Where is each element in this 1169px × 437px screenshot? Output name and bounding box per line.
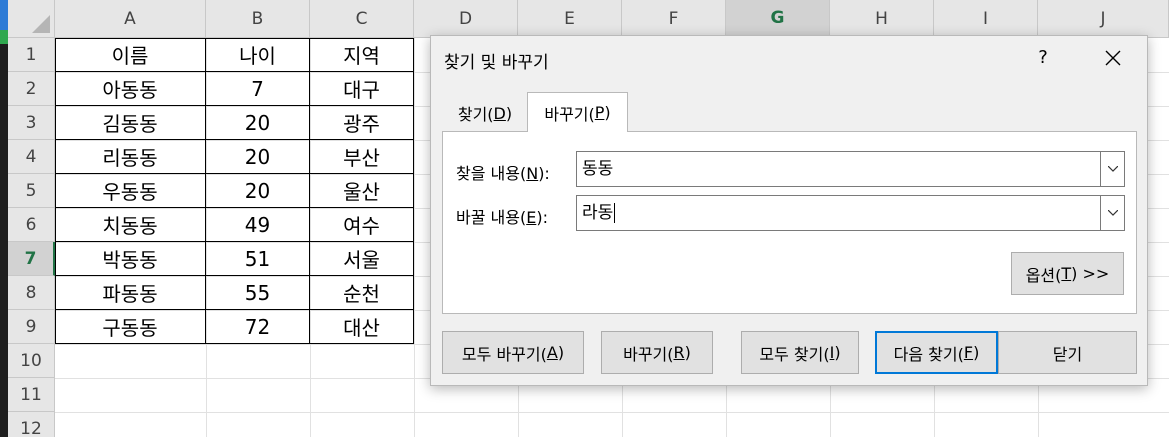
row-header-2[interactable]: 2 xyxy=(8,72,55,106)
find-all-button[interactable]: 모두 찾기(I) xyxy=(741,331,859,374)
cell-a1[interactable]: 이름 xyxy=(55,38,206,72)
dialog-title: 찾기 및 바꾸기 xyxy=(444,53,549,73)
cell-b9[interactable]: 72 xyxy=(206,310,310,344)
column-header-b[interactable]: B xyxy=(206,0,310,38)
column-header-f[interactable]: F xyxy=(622,0,726,38)
replace-with-input[interactable]: 라동 xyxy=(576,195,1125,231)
cell-c5[interactable]: 울산 xyxy=(310,174,414,208)
find-what-input[interactable]: 동동 xyxy=(576,151,1125,187)
cell-c8[interactable]: 순천 xyxy=(310,276,414,310)
row-header-10[interactable]: 10 xyxy=(8,344,55,378)
cell-a4[interactable]: 리동동 xyxy=(55,140,206,174)
row-header-9[interactable]: 9 xyxy=(8,310,55,344)
help-button[interactable]: ? xyxy=(1031,44,1055,72)
column-header-h[interactable]: H xyxy=(830,0,934,38)
cell-b4[interactable]: 20 xyxy=(206,140,310,174)
cell-b8[interactable]: 55 xyxy=(206,276,310,310)
close-icon[interactable] xyxy=(1097,44,1129,72)
cell-c6[interactable]: 여수 xyxy=(310,208,414,242)
replace-all-button[interactable]: 모두 바꾸기(A) xyxy=(442,331,584,374)
cell-c7[interactable]: 서울 xyxy=(310,242,414,276)
tab-find[interactable]: 찾기(D) xyxy=(451,94,519,132)
options-button[interactable]: 옵션(T) >> xyxy=(1011,252,1124,295)
close-button[interactable]: 닫기 xyxy=(998,331,1137,374)
replace-button[interactable]: 바꾸기(R) xyxy=(601,331,713,374)
column-header-e[interactable]: E xyxy=(518,0,622,38)
row-header-6[interactable]: 6 xyxy=(8,208,55,242)
column-header-i[interactable]: I xyxy=(934,0,1038,38)
row-header-12[interactable]: 12 xyxy=(8,412,55,437)
column-header-c[interactable]: C xyxy=(310,0,414,38)
cell-a5[interactable]: 우동동 xyxy=(55,174,206,208)
find-next-button[interactable]: 다음 찾기(F) xyxy=(875,331,998,374)
cell-b7[interactable]: 51 xyxy=(206,242,310,276)
find-what-dropdown-button[interactable] xyxy=(1100,152,1124,186)
cell-b3[interactable]: 20 xyxy=(206,106,310,140)
chevron-down-icon xyxy=(1108,166,1118,172)
select-all-button[interactable] xyxy=(8,0,55,38)
cell-c4[interactable]: 부산 xyxy=(310,140,414,174)
row-header-1[interactable]: 1 xyxy=(8,38,55,72)
cell-b1[interactable]: 나이 xyxy=(206,38,310,72)
cell-a7[interactable]: 박동동 xyxy=(55,242,206,276)
cell-a3[interactable]: 김동동 xyxy=(55,106,206,140)
chevron-down-icon xyxy=(1108,210,1118,216)
column-header-j[interactable]: J xyxy=(1038,0,1169,38)
cell-b2[interactable]: 7 xyxy=(206,72,310,106)
column-header-g[interactable]: G xyxy=(726,0,830,38)
replace-with-label: 바꿀 내용(E): xyxy=(456,208,548,227)
text-cursor xyxy=(614,203,616,223)
find-replace-dialog: 찾기 및 바꾸기 ? 찾기(D) 바꾸기(P) 찾을 내용(N): 동동 바꿀 … xyxy=(430,35,1148,386)
row-header-8[interactable]: 8 xyxy=(8,276,55,310)
tab-replace[interactable]: 바꾸기(P) xyxy=(527,92,628,132)
window-edge xyxy=(0,0,8,437)
column-header-d[interactable]: D xyxy=(414,0,518,38)
cell-c1[interactable]: 지역 xyxy=(310,38,414,72)
cell-b6[interactable]: 49 xyxy=(206,208,310,242)
row-header-4[interactable]: 4 xyxy=(8,140,55,174)
row-header-3[interactable]: 3 xyxy=(8,106,55,140)
column-header-a[interactable]: A xyxy=(55,0,206,38)
replace-with-dropdown-button[interactable] xyxy=(1100,196,1124,230)
cell-a8[interactable]: 파동동 xyxy=(55,276,206,310)
cell-c3[interactable]: 광주 xyxy=(310,106,414,140)
cell-a6[interactable]: 치동동 xyxy=(55,208,206,242)
row-header-7[interactable]: 7 xyxy=(8,242,55,276)
row-header-11[interactable]: 11 xyxy=(8,378,55,412)
row-header-5[interactable]: 5 xyxy=(8,174,55,208)
replace-tab-panel: 찾을 내용(N): 동동 바꿀 내용(E): 라동 옵션(T) >> xyxy=(442,131,1137,314)
cell-a2[interactable]: 아동동 xyxy=(55,72,206,106)
cell-a9[interactable]: 구동동 xyxy=(55,310,206,344)
find-what-label: 찾을 내용(N): xyxy=(456,164,550,183)
cell-c2[interactable]: 대구 xyxy=(310,72,414,106)
cell-b5[interactable]: 20 xyxy=(206,174,310,208)
cell-c9[interactable]: 대산 xyxy=(310,310,414,344)
